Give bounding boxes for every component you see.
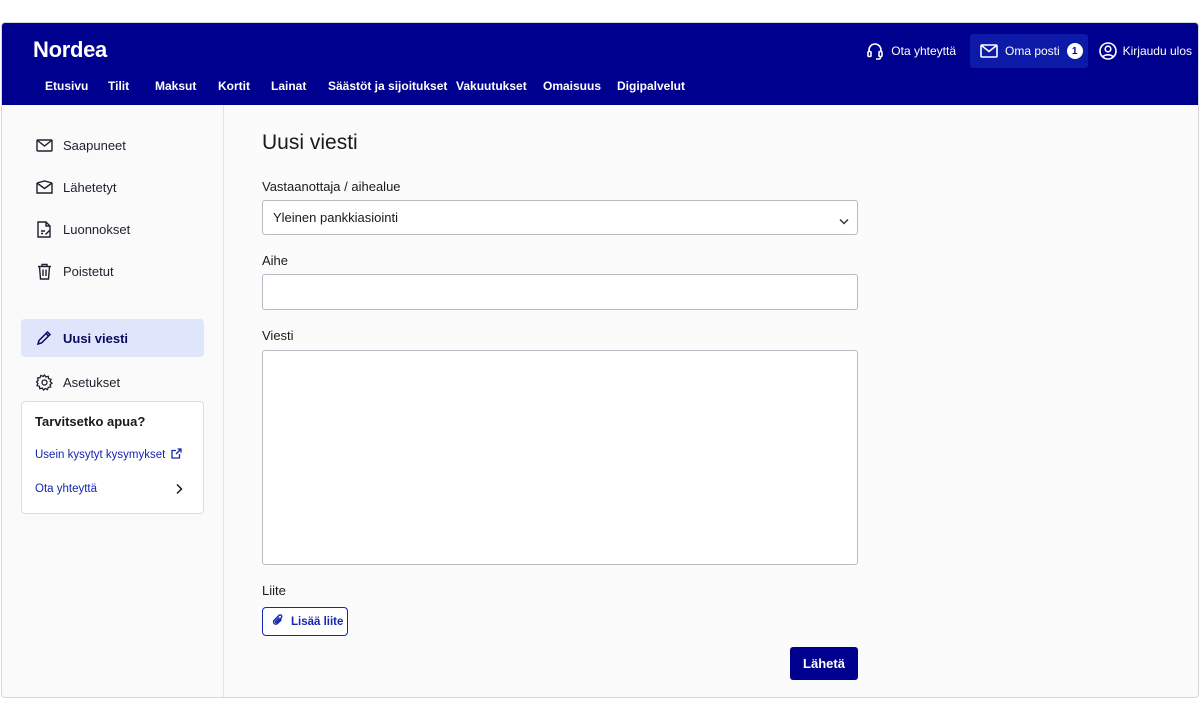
nav-item-maksut[interactable]: Maksut <box>155 79 196 93</box>
help-contact-label: Ota yhteyttä <box>35 483 98 495</box>
recipient-select[interactable]: Yleinen pankkiasiointi <box>262 200 858 235</box>
gear-icon <box>35 373 53 391</box>
help-contact-link[interactable]: Ota yhteyttä <box>35 483 97 495</box>
page-title: Uusi viesti <box>262 131 358 154</box>
nav-item-lainat[interactable]: Lainat <box>271 79 306 93</box>
utility-bar: Ota yhteyttä Oma posti 1 Kirjaudu ulos <box>798 23 1198 79</box>
chevron-right-icon[interactable] <box>175 482 183 500</box>
nav-item-etusivu[interactable]: Etusivu <box>45 79 88 93</box>
envelope-icon <box>980 44 998 58</box>
nordea-logo[interactable]: Nordea <box>33 37 107 63</box>
recipient-selected-value: Yleinen pankkiasiointi <box>273 210 399 225</box>
external-link-icon <box>171 448 183 462</box>
logout-link[interactable]: Kirjaudu ulos <box>1098 42 1192 60</box>
headset-icon <box>866 42 884 60</box>
message-label: Viesti <box>262 328 294 343</box>
add-attachment-button[interactable]: Lisää liite <box>262 607 348 636</box>
sidebar-item-poistetut[interactable]: Poistetut <box>21 252 204 290</box>
sidebar-item-lahetetyt[interactable]: Lähetetyt <box>21 168 204 206</box>
help-title: Tarvitsetko apua? <box>35 414 146 429</box>
draft-document-icon <box>35 220 53 238</box>
message-textarea[interactable] <box>262 350 858 565</box>
sidebar-item-uusi-viesti[interactable]: Uusi viesti <box>21 319 204 357</box>
app-window: Nordea Ota yhteyttä Oma posti 1 Kirjaudu… <box>1 22 1199 698</box>
contact-link[interactable]: Ota yhteyttä <box>866 42 956 60</box>
nav-item-digipalvelut[interactable]: Digipalvelut <box>617 79 685 93</box>
nav-item-kortit[interactable]: Kortit <box>218 79 250 93</box>
mail-label: Oma posti <box>1005 44 1060 58</box>
paperclip-icon <box>272 613 284 630</box>
nav-item-omaisuus[interactable]: Omaisuus <box>543 79 601 93</box>
sidebar-item-label: Luonnokset <box>63 221 131 237</box>
sidebar-item-label: Asetukset <box>63 374 121 390</box>
mail-sidebar: Saapuneet Lähetetyt Luonnokset Poistetut… <box>2 105 224 697</box>
pencil-icon <box>35 329 53 347</box>
envelope-icon <box>35 136 53 154</box>
help-box: Tarvitsetko apua? Usein kysytyt kysymyks… <box>21 401 204 514</box>
faq-link-label: Usein kysytyt kysymykset <box>35 449 166 461</box>
oma-posti-button[interactable]: Oma posti 1 <box>970 34 1088 68</box>
trash-icon <box>35 262 53 280</box>
top-header: Nordea Ota yhteyttä Oma posti 1 Kirjaudu… <box>2 23 1198 105</box>
sidebar-item-label: Poistetut <box>63 263 114 279</box>
chevron-down-icon <box>839 213 849 228</box>
sidebar-item-label: Uusi viesti <box>63 330 129 346</box>
mail-count-badge: 1 <box>1066 43 1083 59</box>
compose-form: Uusi viesti Vastaanottaja / aihealue Yle… <box>224 105 1198 697</box>
faq-link[interactable]: Usein kysytyt kysymykset <box>35 448 183 462</box>
recipient-label: Vastaanottaja / aihealue <box>262 179 401 194</box>
sidebar-item-asetukset[interactable]: Asetukset <box>21 363 204 401</box>
add-attachment-label: Lisää liite <box>291 615 344 628</box>
logout-label: Kirjaudu ulos <box>1122 44 1192 58</box>
nav-item-saastot[interactable]: Säästöt ja sijoitukset <box>328 79 447 93</box>
user-icon <box>1098 42 1117 60</box>
contact-label: Ota yhteyttä <box>891 44 956 58</box>
sidebar-item-saapuneet[interactable]: Saapuneet <box>21 126 204 164</box>
sidebar-item-label: Saapuneet <box>63 137 126 153</box>
sent-envelope-icon <box>35 178 53 196</box>
sidebar-item-luonnokset[interactable]: Luonnokset <box>21 210 204 248</box>
attachment-label: Liite <box>262 583 286 598</box>
nav-item-vakuutukset[interactable]: Vakuutukset <box>456 79 527 93</box>
sidebar-item-label: Lähetetyt <box>63 179 117 195</box>
subject-input[interactable] <box>262 274 858 310</box>
send-button[interactable]: Lähetä <box>790 647 858 680</box>
subject-label: Aihe <box>262 253 289 268</box>
nav-item-tilit[interactable]: Tilit <box>108 79 129 93</box>
